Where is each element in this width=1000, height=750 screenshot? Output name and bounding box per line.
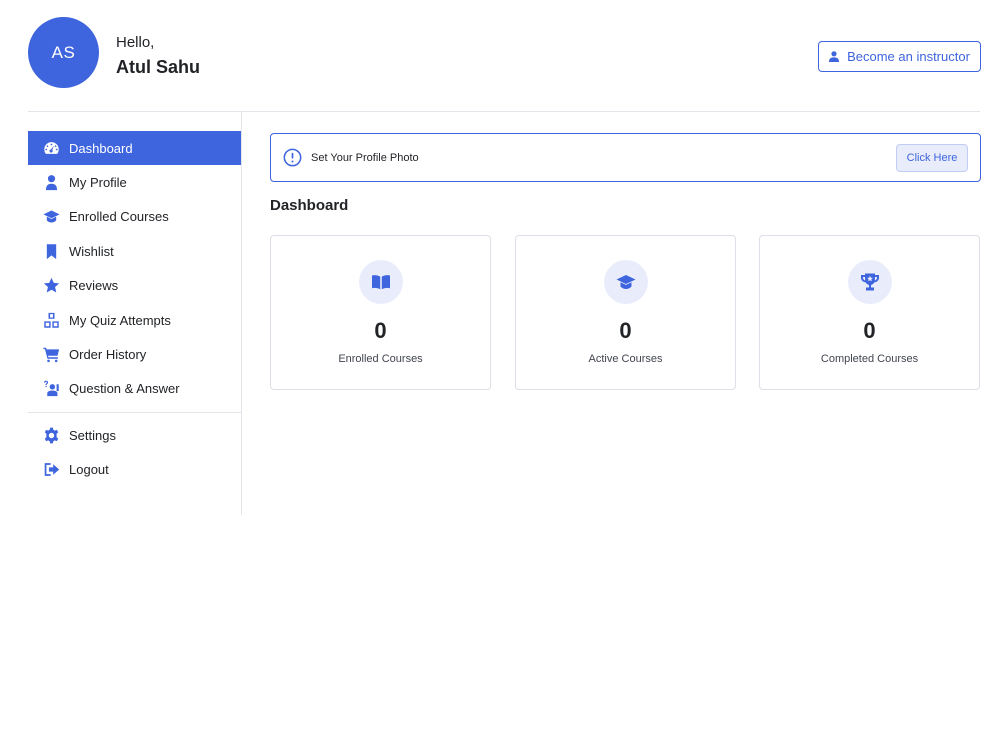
avatar[interactable]: AS [28,17,99,88]
graduation-cap-icon [42,208,60,226]
gear-icon [42,426,60,444]
stat-card-active-courses: 0 Active Courses [515,235,736,390]
bookmark-icon [42,242,60,260]
stat-card-completed-courses: 0 Completed Courses [759,235,980,390]
page-title: Dashboard [270,197,349,214]
sidebar-item-logout[interactable]: Logout [28,453,241,487]
sidebar-item-reviews[interactable]: Reviews [28,269,241,303]
sidebar-item-question-answer[interactable]: Question & Answer [28,372,241,406]
quiz-cubes-icon [42,311,60,329]
sidebar-item-wishlist[interactable]: Wishlist [28,234,241,268]
sidebar-item-enrolled-courses[interactable]: Enrolled Courses [28,200,241,234]
user-icon [42,174,60,192]
sidebar-item-label: My Quiz Attempts [69,312,171,328]
sidebar-item-label: Reviews [69,278,119,294]
user-name: Atul Sahu [116,57,200,77]
sidebar-item-label: My Profile [69,175,127,191]
sidebar-item-my-quiz-attempts[interactable]: My Quiz Attempts [28,303,241,337]
stat-value: 0 [863,318,876,343]
stat-label: Enrolled Courses [338,353,423,365]
greeting-text: Hello, [116,34,155,51]
sidebar-item-label: Wishlist [69,243,114,259]
sidebar-divider [28,412,241,414]
dashboard-header: AS Hello, Atul Sahu Become an instructor [28,17,981,89]
sidebar-item-label: Settings [69,427,116,443]
stat-label: Active Courses [588,353,663,365]
exclamation-circle-icon [283,148,302,167]
sidebar-nav: Dashboard My Profile Enrolled Courses Wi… [28,131,241,487]
sidebar-item-label: Enrolled Courses [69,209,169,225]
set-photo-button[interactable]: Click Here [896,144,968,172]
sidebar: Dashboard My Profile Enrolled Courses Wi… [28,112,242,515]
sidebar-item-label: Question & Answer [69,381,180,397]
question-person-icon [42,380,60,398]
sidebar-item-settings[interactable]: Settings [28,418,241,452]
sidebar-item-dashboard[interactable]: Dashboard [28,131,241,166]
trophy-icon [847,260,892,304]
alert-text: Set Your Profile Photo [311,151,419,164]
sidebar-item-my-profile[interactable]: My Profile [28,165,241,199]
cart-icon [42,346,60,364]
stat-value: 0 [374,318,387,343]
stat-label: Completed Courses [820,353,919,365]
stat-value: 0 [619,318,632,343]
star-icon [42,277,60,295]
sidebar-item-label: Dashboard [69,140,133,156]
stat-card-enrolled-courses: 0 Enrolled Courses [270,235,491,390]
sidebar-item-label: Order History [69,347,147,363]
profile-photo-alert: Set Your Profile Photo Click Here [270,133,981,182]
user-icon [829,51,840,62]
sidebar-item-order-history[interactable]: Order History [28,337,241,371]
graduation-cap-icon [603,260,648,304]
logout-icon [42,461,60,479]
dashboard-icon [42,139,60,157]
become-instructor-label: Become an instructor [847,49,970,64]
become-instructor-button[interactable]: Become an instructor [818,41,981,72]
book-open-icon [358,260,403,304]
sidebar-item-label: Logout [69,462,109,478]
